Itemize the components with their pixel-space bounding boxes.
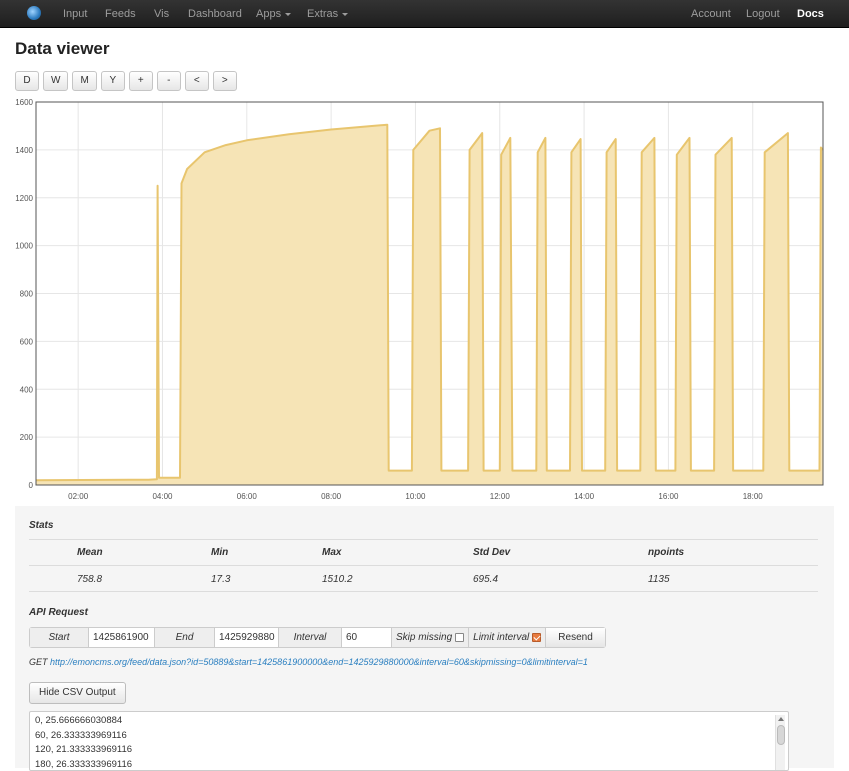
x-tick-label: 06:00 xyxy=(237,492,258,501)
limit-interval-control[interactable]: Limit interval xyxy=(469,628,546,647)
api-request-title: API Request xyxy=(29,607,88,618)
y-tick-label: 600 xyxy=(20,337,34,346)
nav-logout[interactable]: Logout xyxy=(746,0,780,28)
start-input[interactable]: 1425861900 xyxy=(89,628,155,647)
scroll-thumb[interactable] xyxy=(777,725,785,745)
stats-panel: Stats Mean Min Max Std Dev npoints 758.8… xyxy=(15,506,834,768)
stats-header-max: Max xyxy=(322,547,341,558)
range-year-button[interactable]: Y xyxy=(101,71,125,91)
nav-account[interactable]: Account xyxy=(691,0,731,28)
y-tick-label: 1600 xyxy=(15,98,33,107)
end-input[interactable]: 1425929880 xyxy=(215,628,279,647)
stats-header-min: Min xyxy=(211,547,228,558)
y-tick-label: 1000 xyxy=(15,242,33,251)
x-tick-label: 02:00 xyxy=(68,492,89,501)
y-tick-label: 1400 xyxy=(15,146,33,155)
divider xyxy=(29,591,818,592)
api-request-link[interactable]: http://emoncms.org/feed/data.json?id=508… xyxy=(50,657,588,667)
nav-apps-dropdown[interactable]: Apps xyxy=(256,0,291,28)
csv-scrollbar[interactable] xyxy=(775,715,785,771)
emoncms-globe-icon[interactable] xyxy=(27,6,41,20)
y-tick-label: 200 xyxy=(20,433,34,442)
scroll-up-icon[interactable] xyxy=(778,717,784,721)
nav-docs[interactable]: Docs xyxy=(797,0,824,28)
stats-header-stddev: Std Dev xyxy=(473,547,510,558)
data-chart[interactable]: 0 200 400 600 800 1000 1200 1400 1600 02:00 04:00 0… xyxy=(0,95,849,505)
zoom-in-button[interactable]: + xyxy=(129,71,153,91)
csv-line: 180, 26.333333969116 xyxy=(30,758,788,771)
nav-extras-dropdown[interactable]: Extras xyxy=(307,0,348,28)
x-tick-label: 08:00 xyxy=(321,492,342,501)
x-tick-label: 14:00 xyxy=(574,492,595,501)
limit-interval-label: Limit interval xyxy=(473,632,529,643)
get-prefix: GET xyxy=(29,657,48,667)
range-day-button[interactable]: D xyxy=(15,71,39,91)
chevron-down-icon xyxy=(342,13,348,16)
y-tick-label: 800 xyxy=(20,290,34,299)
zoom-out-button[interactable]: - xyxy=(157,71,181,91)
x-tick-label: 18:00 xyxy=(743,492,764,501)
limit-interval-checkbox[interactable] xyxy=(532,633,541,642)
end-label: End xyxy=(155,628,215,647)
nav-dashboard[interactable]: Dashboard xyxy=(188,0,242,28)
nav-extras-label: Extras xyxy=(307,8,338,20)
skip-missing-label: Skip missing xyxy=(396,632,452,643)
divider xyxy=(29,565,818,566)
hide-csv-output-button[interactable]: Hide CSV Output xyxy=(29,682,126,704)
nav-apps-label: Apps xyxy=(256,8,281,20)
stats-value-npoints: 1135 xyxy=(648,574,670,585)
x-tick-label: 10:00 xyxy=(405,492,426,501)
range-week-button[interactable]: W xyxy=(43,71,68,91)
resend-button[interactable]: Resend xyxy=(546,628,604,647)
y-tick-label: 0 xyxy=(29,481,34,490)
nav-input[interactable]: Input xyxy=(63,0,87,28)
api-request-form: Start 1425861900 End 1425929880 Interval… xyxy=(29,627,606,648)
x-tick-label: 16:00 xyxy=(658,492,679,501)
pan-left-button[interactable]: < xyxy=(185,71,209,91)
page-title: Data viewer xyxy=(15,39,110,59)
skip-missing-checkbox[interactable] xyxy=(455,633,464,642)
stats-header-npoints: npoints xyxy=(648,547,684,558)
stats-value-min: 17.3 xyxy=(211,574,230,585)
interval-input[interactable]: 60 xyxy=(342,628,392,647)
api-get-line: GET http://emoncms.org/feed/data.json?id… xyxy=(29,657,588,667)
csv-line: 0, 25.666666030884 xyxy=(30,714,788,729)
x-tick-label: 12:00 xyxy=(490,492,511,501)
stats-value-mean: 758.8 xyxy=(77,574,102,585)
stats-title: Stats xyxy=(29,520,53,531)
pan-right-button[interactable]: > xyxy=(213,71,237,91)
csv-line: 60, 26.333333969116 xyxy=(30,729,788,744)
interval-label: Interval xyxy=(279,628,342,647)
csv-line: 120, 21.333333969116 xyxy=(30,743,788,758)
stats-header-mean: Mean xyxy=(77,547,103,558)
range-month-button[interactable]: M xyxy=(72,71,96,91)
nav-feeds[interactable]: Feeds xyxy=(105,0,136,28)
stats-value-max: 1510.2 xyxy=(322,574,353,585)
skip-missing-control[interactable]: Skip missing xyxy=(392,628,469,647)
stats-value-stddev: 695.4 xyxy=(473,574,498,585)
chevron-down-icon xyxy=(285,13,291,16)
csv-output-textarea[interactable]: 0, 25.666666030884 60, 26.333333969116 1… xyxy=(29,711,789,771)
nav-vis[interactable]: Vis xyxy=(154,0,169,28)
range-button-group: D W M Y + - < > xyxy=(15,71,237,91)
x-tick-label: 04:00 xyxy=(152,492,173,501)
y-tick-label: 1200 xyxy=(15,194,33,203)
divider xyxy=(29,539,818,540)
start-label: Start xyxy=(30,628,89,647)
y-tick-label: 400 xyxy=(20,385,34,394)
top-navbar: Input Feeds Vis Dashboard Apps Extras Ac… xyxy=(0,0,849,28)
